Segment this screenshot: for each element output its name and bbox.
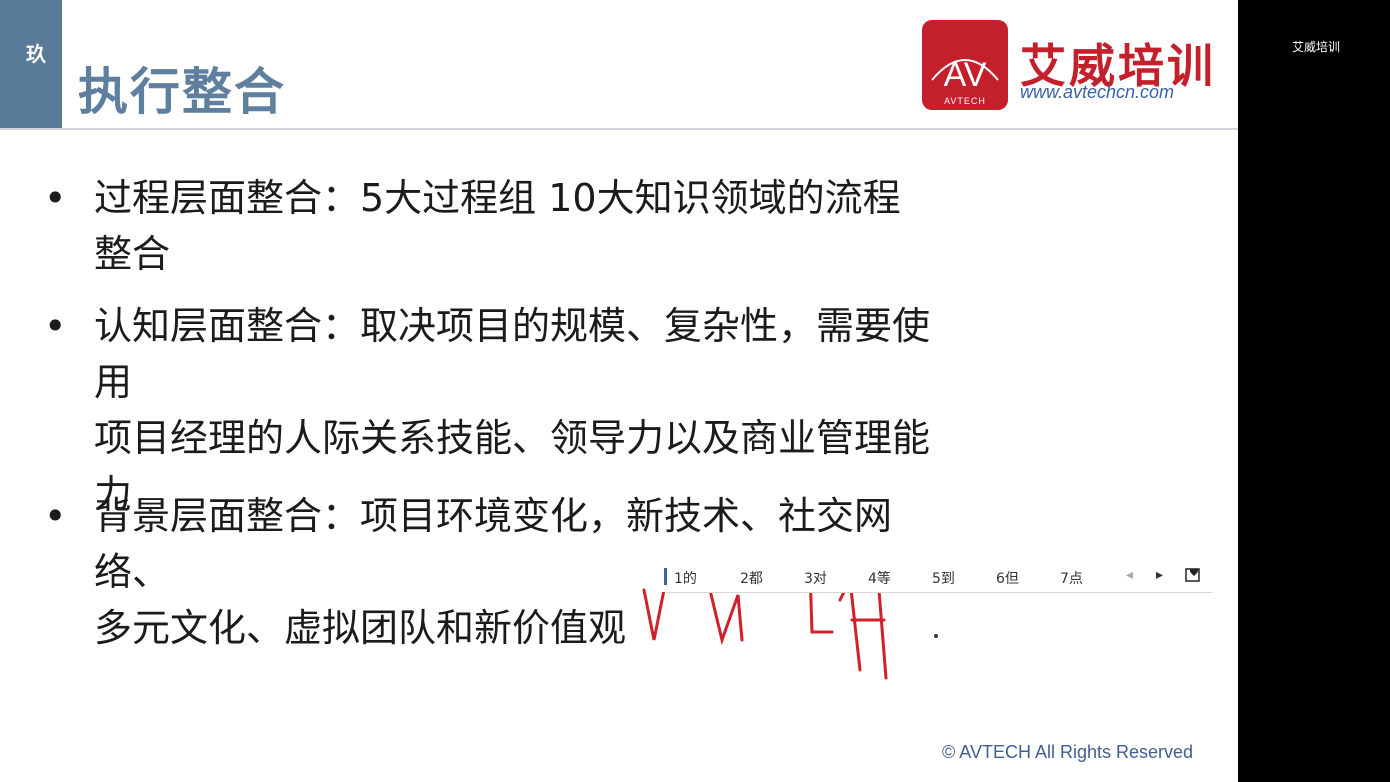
- bullet-text: 过程层面整合：5大过程组 10大知识领域的流程整合: [94, 176, 901, 276]
- brand-url: www.avtechcn.com: [1020, 82, 1175, 102]
- logo-mark-text: AV: [943, 56, 987, 94]
- bullet-marker: •: [44, 494, 67, 538]
- ime-candidate[interactable]: 6但: [996, 568, 1019, 588]
- ime-candidate[interactable]: 1的: [674, 568, 697, 588]
- ime-candidate[interactable]: 4等: [868, 568, 891, 588]
- brand-logo: AV AVTECH: [922, 20, 1008, 110]
- ime-candidate[interactable]: 5到: [932, 568, 955, 588]
- left-accent-strip: 玖: [0, 0, 62, 128]
- bullet-marker: •: [44, 176, 67, 220]
- title-divider: [0, 128, 1238, 130]
- ime-divider: [666, 592, 1212, 593]
- ime-candidate[interactable]: 2都: [740, 568, 763, 588]
- ime-candidate[interactable]: 7点: [1060, 568, 1083, 588]
- slide-tab-label: 玖: [26, 42, 46, 66]
- chevron-right-icon[interactable]: ▸: [1156, 567, 1163, 583]
- chevron-left-icon[interactable]: ◂: [1126, 567, 1133, 583]
- ime-caret: [664, 568, 667, 585]
- ime-candidate-bar: 1的 2都 3对 4等 5到 6但 7点 ◂ ▸: [656, 562, 1212, 593]
- logo-mark-sub: AVTECH: [944, 96, 986, 106]
- slide-title: 执行整合: [78, 63, 286, 121]
- bullet-marker: •: [44, 304, 67, 348]
- slide: 玖 执行整合 AV AVTECH 艾威培训 www.avtechcn.com •…: [0, 0, 1238, 782]
- side-panel-label: 艾威培训: [1292, 40, 1341, 54]
- footer-copyright: © AVTECH All Rights Reserved: [942, 742, 1194, 762]
- heart-icon[interactable]: [1184, 566, 1202, 584]
- ime-candidate[interactable]: 3对: [804, 568, 827, 588]
